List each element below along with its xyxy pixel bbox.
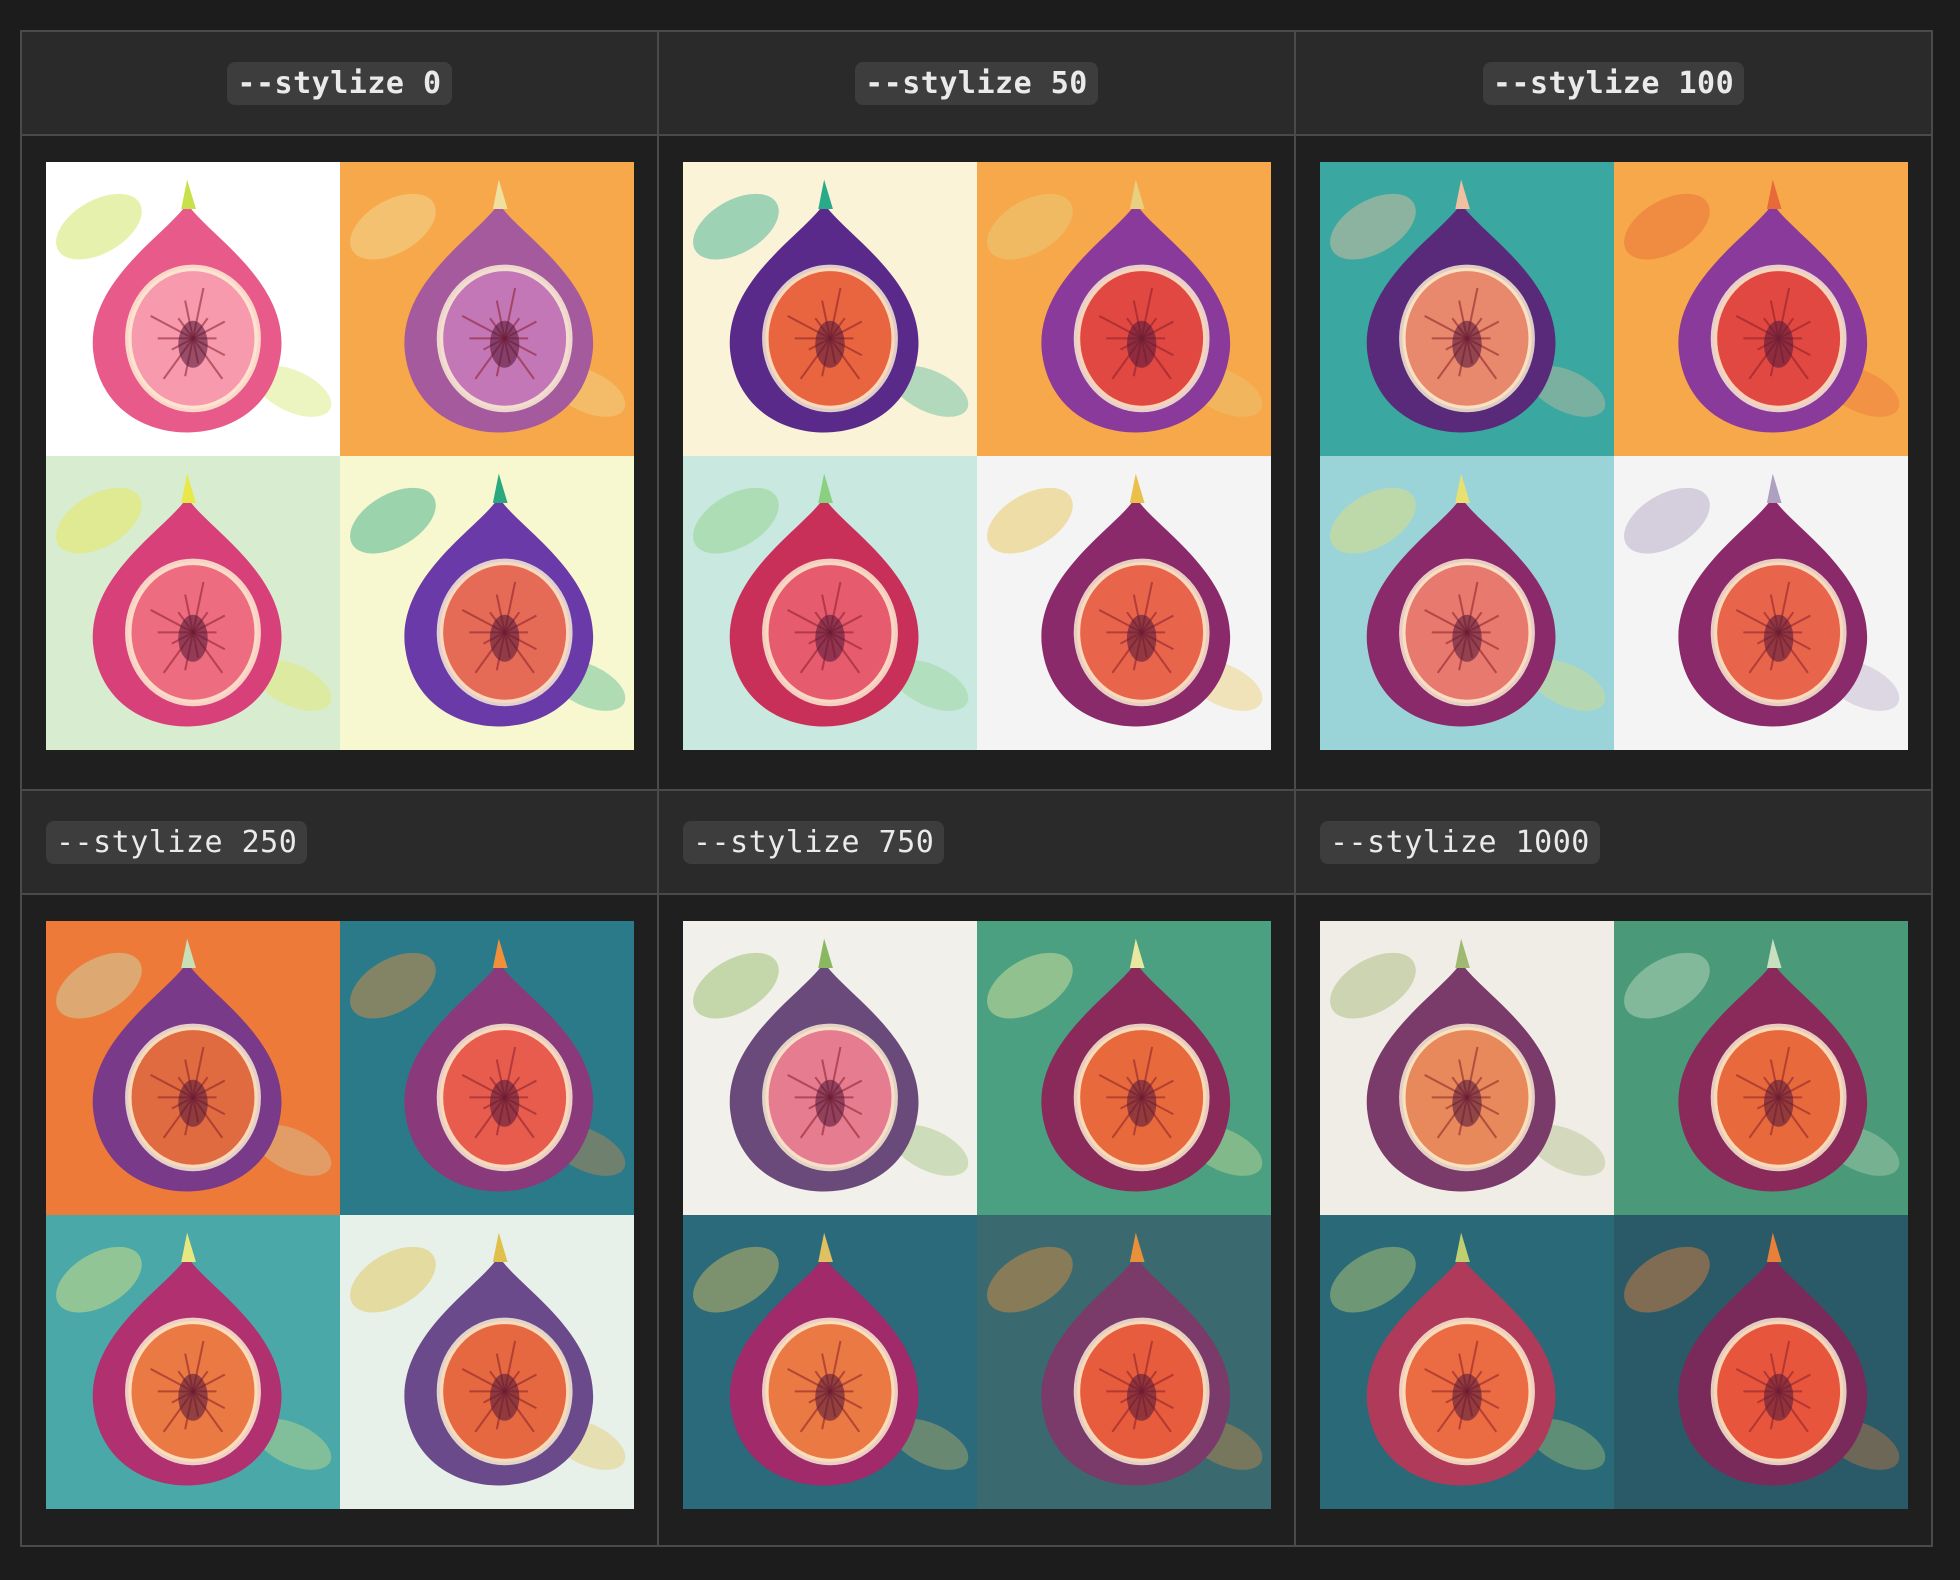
fig-image-tile	[46, 1215, 340, 1509]
image-cell-stylize-100	[1296, 136, 1931, 791]
image-grid	[683, 921, 1271, 1509]
fig-image-tile	[977, 162, 1271, 456]
image-cell-stylize-1000	[1296, 895, 1931, 1545]
fig-image-tile	[1614, 1215, 1908, 1509]
fig-image-tile	[340, 162, 634, 456]
fig-image-tile	[1320, 162, 1614, 456]
image-grid	[683, 162, 1271, 750]
header-cell-stylize-0: --stylize 0	[22, 32, 659, 136]
image-cell-stylize-750	[659, 895, 1296, 1545]
fig-image-tile	[683, 456, 977, 750]
header-label: --stylize 50	[855, 61, 1098, 105]
header-label: --stylize 250	[46, 820, 308, 864]
header-label: --stylize 750	[683, 820, 945, 864]
header-label: --stylize 1000	[1320, 820, 1600, 864]
fig-image-tile	[1320, 921, 1614, 1215]
image-grid	[46, 921, 634, 1509]
fig-image-tile	[977, 921, 1271, 1215]
header-cell-stylize-100: --stylize 100	[1296, 32, 1931, 136]
header-cell-stylize-50: --stylize 50	[659, 32, 1296, 136]
fig-image-tile	[46, 162, 340, 456]
image-grid	[1320, 921, 1908, 1509]
fig-image-tile	[46, 921, 340, 1215]
header-label: --stylize 0	[227, 61, 452, 105]
stylize-comparison-table: --stylize 0 --stylize 50 --stylize 100 -…	[20, 30, 1933, 1547]
image-grid	[1320, 162, 1908, 750]
fig-image-tile	[340, 456, 634, 750]
fig-image-tile	[1614, 456, 1908, 750]
header-label: --stylize 100	[1482, 61, 1745, 105]
image-cell-stylize-50	[659, 136, 1296, 791]
fig-image-tile	[1320, 456, 1614, 750]
header-cell-stylize-1000: --stylize 1000	[1296, 791, 1931, 895]
fig-image-tile	[340, 1215, 634, 1509]
fig-image-tile	[977, 456, 1271, 750]
fig-image-tile	[46, 456, 340, 750]
fig-image-tile	[1614, 162, 1908, 456]
image-cell-stylize-0	[22, 136, 659, 791]
fig-image-tile	[340, 921, 634, 1215]
fig-image-tile	[1614, 921, 1908, 1215]
fig-image-tile	[683, 921, 977, 1215]
fig-image-tile	[977, 1215, 1271, 1509]
fig-image-tile	[683, 1215, 977, 1509]
image-cell-stylize-250	[22, 895, 659, 1545]
fig-image-tile	[683, 162, 977, 456]
header-cell-stylize-750: --stylize 750	[659, 791, 1296, 895]
header-cell-stylize-250: --stylize 250	[22, 791, 659, 895]
fig-image-tile	[1320, 1215, 1614, 1509]
image-grid	[46, 162, 634, 750]
